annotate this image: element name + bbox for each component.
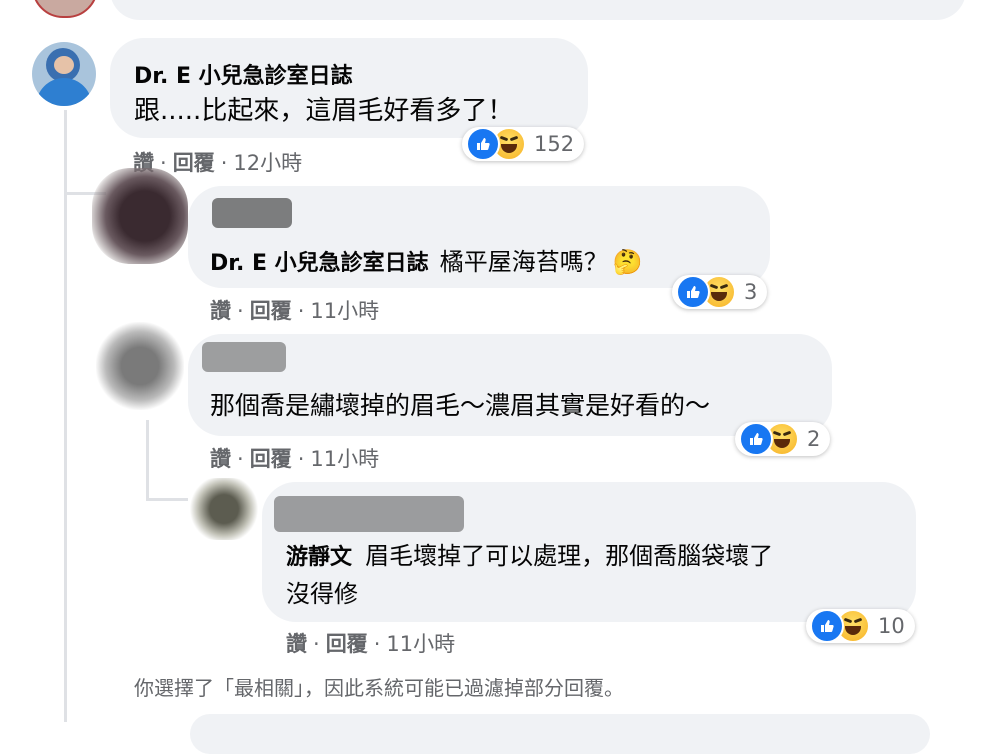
reply-text-line2: 沒得修: [286, 580, 358, 608]
reply-time[interactable]: 11小時: [386, 632, 455, 656]
like-icon: [810, 609, 844, 643]
thread-line: [64, 110, 67, 722]
reply-time[interactable]: 11小時: [310, 447, 379, 471]
like-action[interactable]: 讚: [286, 632, 307, 656]
reply-avatar-obscured[interactable]: [92, 168, 188, 264]
reply-bubble: Dr. E 小兒急診室日誌 橘平屋海苔嗎？ 🤔: [188, 186, 770, 288]
filter-notice: 你選擇了「最相關」，因此系統可能已過濾掉部分回覆。: [134, 676, 624, 700]
reply-action[interactable]: 回覆: [173, 151, 215, 175]
reply-actions: 讚 · 回覆 · 11小時: [286, 632, 456, 656]
reaction-count: 2: [807, 427, 821, 451]
reply-bubble: 那個喬是繡壞掉的眉毛～濃眉其實是好看的～: [188, 334, 832, 436]
reply-avatar-obscured[interactable]: [188, 478, 260, 540]
next-comment-bubble: [190, 714, 930, 754]
thread-connector-nested: [146, 498, 188, 501]
reply-actions: 讚 · 回覆 · 11小時: [210, 447, 380, 471]
reaction-summary[interactable]: 3: [672, 275, 768, 309]
like-action[interactable]: 讚: [210, 447, 231, 471]
reply-author-obscured[interactable]: [202, 342, 286, 372]
reaction-summary[interactable]: 10: [806, 609, 915, 643]
previous-commenter-avatar[interactable]: [32, 0, 98, 18]
reaction-summary[interactable]: 2: [735, 422, 831, 456]
reply-text-line1: 眉毛壞掉了可以處理，那個喬腦袋壞了: [365, 542, 774, 570]
mention-tag[interactable]: Dr. E 小兒急診室日誌: [210, 251, 429, 276]
comment-author[interactable]: Dr. E 小兒急診室日誌: [134, 58, 353, 90]
reply-text: 那個喬是繡壞掉的眉毛～濃眉其實是好看的～: [210, 391, 711, 420]
reply-action[interactable]: 回覆: [250, 299, 292, 323]
reply-text: 橘平屋海苔嗎？: [439, 248, 608, 276]
previous-comment-bubble: [110, 0, 966, 20]
thread-line-nested: [146, 420, 149, 500]
reaction-count: 10: [878, 614, 905, 638]
reply-action[interactable]: 回覆: [250, 447, 292, 471]
like-action[interactable]: 讚: [210, 299, 231, 323]
reply-author-obscured[interactable]: [212, 198, 292, 228]
mention-tag[interactable]: 游靜文: [286, 545, 352, 570]
like-icon: [739, 422, 773, 456]
like-icon: [466, 127, 500, 161]
reaction-count: 152: [534, 132, 575, 156]
reaction-count: 3: [744, 280, 758, 304]
reply-action[interactable]: 回覆: [326, 632, 368, 656]
comment-bubble: Dr. E 小兒急診室日誌 跟.....比起來，這眉毛好看多了！: [110, 38, 588, 138]
reply-avatar-obscured[interactable]: [96, 322, 184, 410]
reply-time[interactable]: 11小時: [310, 299, 379, 323]
reaction-summary[interactable]: 152: [462, 127, 585, 161]
comment-time[interactable]: 12小時: [233, 151, 302, 175]
reply-bubble: 游靜文 眉毛壞掉了可以處理，那個喬腦袋壞了 沒得修: [262, 482, 916, 622]
like-icon: [676, 275, 710, 309]
thinking-emoji: 🤔: [612, 248, 643, 276]
comment-text: 跟.....比起來，這眉毛好看多了！: [134, 96, 514, 126]
reply-actions: 讚 · 回覆 · 11小時: [210, 299, 380, 323]
reply-author-obscured[interactable]: [274, 496, 464, 532]
commenter-avatar[interactable]: [32, 42, 96, 106]
